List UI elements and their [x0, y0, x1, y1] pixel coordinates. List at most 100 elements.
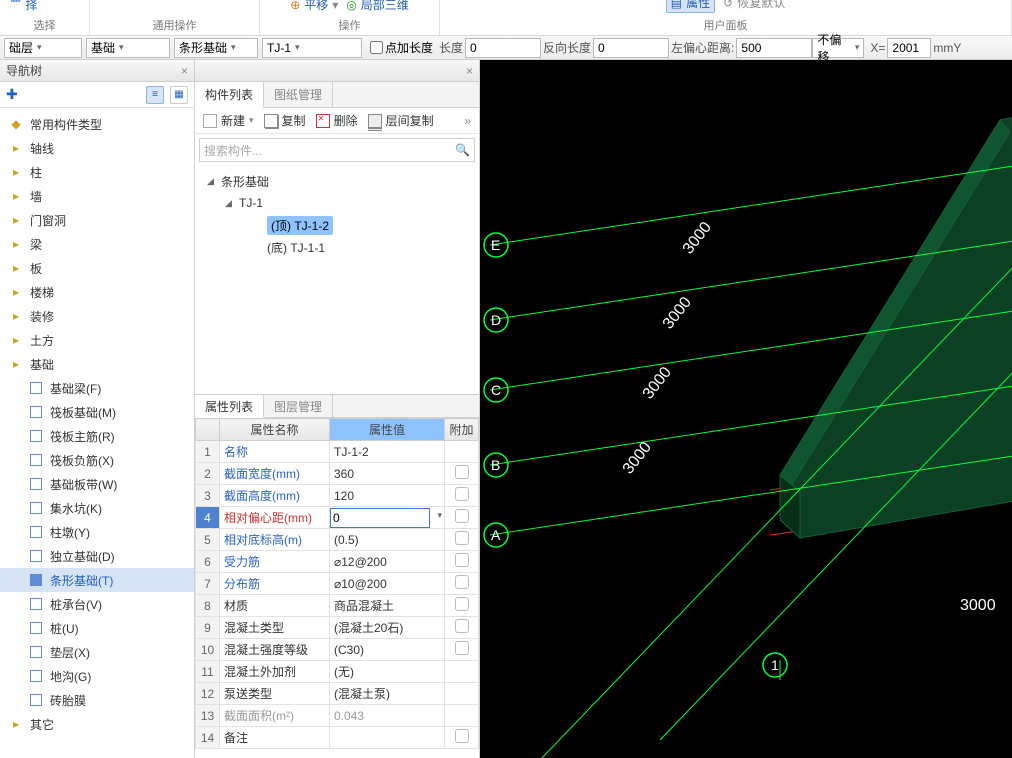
- tree-root[interactable]: ◢条形基础: [207, 170, 479, 192]
- nav-item[interactable]: 筏板基础(M): [0, 400, 194, 424]
- nav-item[interactable]: 砖胎膜: [0, 688, 194, 712]
- input-revlen[interactable]: 0: [593, 38, 669, 58]
- svg-text:B: B: [491, 457, 500, 473]
- combo-floor[interactable]: 础层: [4, 38, 82, 58]
- close-icon[interactable]: ×: [181, 64, 188, 78]
- nav-item[interactable]: 集水坑(K): [0, 496, 194, 520]
- btn-copy[interactable]: 复制: [264, 112, 306, 129]
- ribbon-group-panel: 用户面板: [704, 17, 748, 33]
- nav-item[interactable]: ▸门窗洞: [0, 208, 194, 232]
- prop-row[interactable]: 3截面高度(mm)120: [196, 485, 479, 507]
- prop-row[interactable]: 11混凝土外加剂(无): [196, 661, 479, 683]
- nav-item[interactable]: ▸楼梯: [0, 280, 194, 304]
- nav-item[interactable]: 基础梁(F): [0, 376, 194, 400]
- property-grid: 属性名称 属性值 附加 1名称TJ-1-22截面宽度(mm)3603截面高度(m…: [195, 418, 479, 758]
- mid-header: ×: [195, 60, 479, 82]
- svg-text:3000: 3000: [640, 364, 675, 403]
- viewport-svg: AB3000C3000D3000E3000 1 3000: [480, 60, 1012, 758]
- combo-type[interactable]: 条形基础: [174, 38, 258, 58]
- nav-item[interactable]: 独立基础(D): [0, 544, 194, 568]
- tree-tj1-2[interactable]: (顶) TJ-1-2: [207, 214, 479, 236]
- prop-row[interactable]: 7分布筋⌀10@200: [196, 573, 479, 595]
- nav-item[interactable]: 条形基础(T): [0, 568, 194, 592]
- combo-category[interactable]: 基础: [86, 38, 170, 58]
- nav-item[interactable]: ▸板: [0, 256, 194, 280]
- search-input[interactable]: 搜索构件...🔍: [199, 138, 475, 162]
- nav-item[interactable]: 筏板负筋(X): [0, 448, 194, 472]
- nav-item[interactable]: ▸装修: [0, 304, 194, 328]
- btn-layer-copy[interactable]: 层间复制: [368, 112, 434, 129]
- prop-row[interactable]: 6受力筋⌀12@200: [196, 551, 479, 573]
- comp-tabs: 构件列表 图纸管理: [195, 82, 479, 108]
- lbl-revlen: 反向长度: [543, 39, 591, 56]
- nav-item[interactable]: 垫层(X): [0, 640, 194, 664]
- btn-delete[interactable]: 删除: [316, 112, 358, 129]
- prop-row[interactable]: 14备注: [196, 727, 479, 749]
- btn-move[interactable]: ⊕平移▾: [290, 0, 338, 13]
- tab-layer-mgr[interactable]: 图层管理: [264, 395, 333, 417]
- btn-local3d[interactable]: ◎局部三维: [346, 0, 409, 13]
- nav-item[interactable]: 基础板带(W): [0, 472, 194, 496]
- btn-properties[interactable]: ▤属性: [666, 0, 715, 13]
- prop-row[interactable]: 10混凝土强度等级(C30): [196, 639, 479, 661]
- more-icon[interactable]: »: [464, 114, 471, 128]
- nav-tree: ◆常用构件类型▸轴线▸柱▸墙▸门窗洞▸梁▸板▸楼梯▸装修▸土方▸基础基础梁(F)…: [0, 108, 194, 758]
- nav-item[interactable]: 桩(U): [0, 616, 194, 640]
- input-x[interactable]: 2001: [887, 38, 931, 58]
- input-offset[interactable]: 500: [736, 38, 812, 58]
- filter-bar: 础层 基础 条形基础 TJ-1 点加长度 长度 0 反向长度 0 左偏心距离: …: [0, 36, 1012, 60]
- chk-point-add[interactable]: 点加长度: [370, 39, 433, 56]
- ribbon-group-op: 操作: [339, 17, 361, 33]
- prop-row[interactable]: 13截面面积(m²)0.043: [196, 705, 479, 727]
- nav-item[interactable]: ▸其它: [0, 712, 194, 736]
- add-icon[interactable]: ✚: [6, 86, 18, 103]
- prop-row[interactable]: 8材质商品混凝土: [196, 595, 479, 617]
- prop-row[interactable]: 12泵送类型(混凝土泵): [196, 683, 479, 705]
- prop-row[interactable]: 9混凝土类型(混凝土20石): [196, 617, 479, 639]
- tree-tj1-1[interactable]: (底) TJ-1-1: [207, 236, 479, 258]
- combo-component[interactable]: TJ-1: [262, 38, 362, 58]
- ribbon-group-select: 选择: [34, 17, 56, 33]
- prop-row[interactable]: 5相对底标高(m)(0.5): [196, 529, 479, 551]
- nav-item[interactable]: 筏板主筋(R): [0, 424, 194, 448]
- lbl-unit: mmY: [933, 41, 961, 55]
- close-icon[interactable]: ×: [466, 64, 473, 78]
- svg-text:E: E: [491, 237, 500, 253]
- prop-row[interactable]: 4相对偏心距(mm): [196, 507, 479, 529]
- nav-item[interactable]: ▸墙: [0, 184, 194, 208]
- prop-row[interactable]: 1名称TJ-1-2: [196, 441, 479, 463]
- nav-item[interactable]: ▸柱: [0, 160, 194, 184]
- nav-item[interactable]: ◆常用构件类型: [0, 112, 194, 136]
- nav-item[interactable]: ▸土方: [0, 328, 194, 352]
- prop-edit-input[interactable]: [330, 508, 430, 528]
- btn-select-by-prop[interactable]: ▦按属性选择: [10, 0, 79, 13]
- tab-component-list[interactable]: 构件列表: [195, 82, 264, 108]
- lbl-offset: 左偏心距离:: [671, 39, 734, 56]
- mid-panel: × 构件列表 图纸管理 新建▾ 复制 删除 层间复制 » 搜索构件...🔍 ◢条…: [195, 60, 480, 758]
- nav-panel: 导航树× ✚ ≡ ▦ ◆常用构件类型▸轴线▸柱▸墙▸门窗洞▸梁▸板▸楼梯▸装修▸…: [0, 60, 195, 758]
- prop-row[interactable]: 2截面宽度(mm)360: [196, 463, 479, 485]
- tab-drawing-mgr[interactable]: 图纸管理: [264, 82, 333, 107]
- tab-prop-list[interactable]: 属性列表: [195, 395, 264, 418]
- nav-item[interactable]: 地沟(G): [0, 664, 194, 688]
- nav-header: 导航树×: [0, 60, 194, 82]
- viewport-3d[interactable]: AB3000C3000D3000E3000 1 3000: [480, 60, 1012, 758]
- ribbon: ▦按属性选择 选择 通用操作 ⊕平移▾ ◎局部三维 操作 ▤属性 ↺恢复默认 用…: [0, 0, 1012, 36]
- btn-new[interactable]: 新建▾: [203, 112, 254, 129]
- svg-text:3000: 3000: [680, 219, 715, 258]
- svg-text:D: D: [491, 312, 501, 328]
- input-length[interactable]: 0: [465, 38, 541, 58]
- nav-item[interactable]: ▸轴线: [0, 136, 194, 160]
- nav-item[interactable]: ▸基础: [0, 352, 194, 376]
- nav-item[interactable]: ▸梁: [0, 232, 194, 256]
- view-list-icon[interactable]: ≡: [146, 86, 164, 104]
- col-propval: 属性值: [330, 419, 445, 441]
- svg-text:1: 1: [771, 657, 779, 673]
- btn-restore[interactable]: ↺恢复默认: [723, 0, 785, 13]
- nav-item[interactable]: 桩承台(V): [0, 592, 194, 616]
- comp-toolbar: 新建▾ 复制 删除 层间复制 »: [195, 108, 479, 134]
- view-grid-icon[interactable]: ▦: [170, 86, 188, 104]
- tree-tj1[interactable]: ◢TJ-1: [207, 192, 479, 214]
- nav-item[interactable]: 柱墩(Y): [0, 520, 194, 544]
- combo-shift[interactable]: 不偏移: [812, 38, 864, 58]
